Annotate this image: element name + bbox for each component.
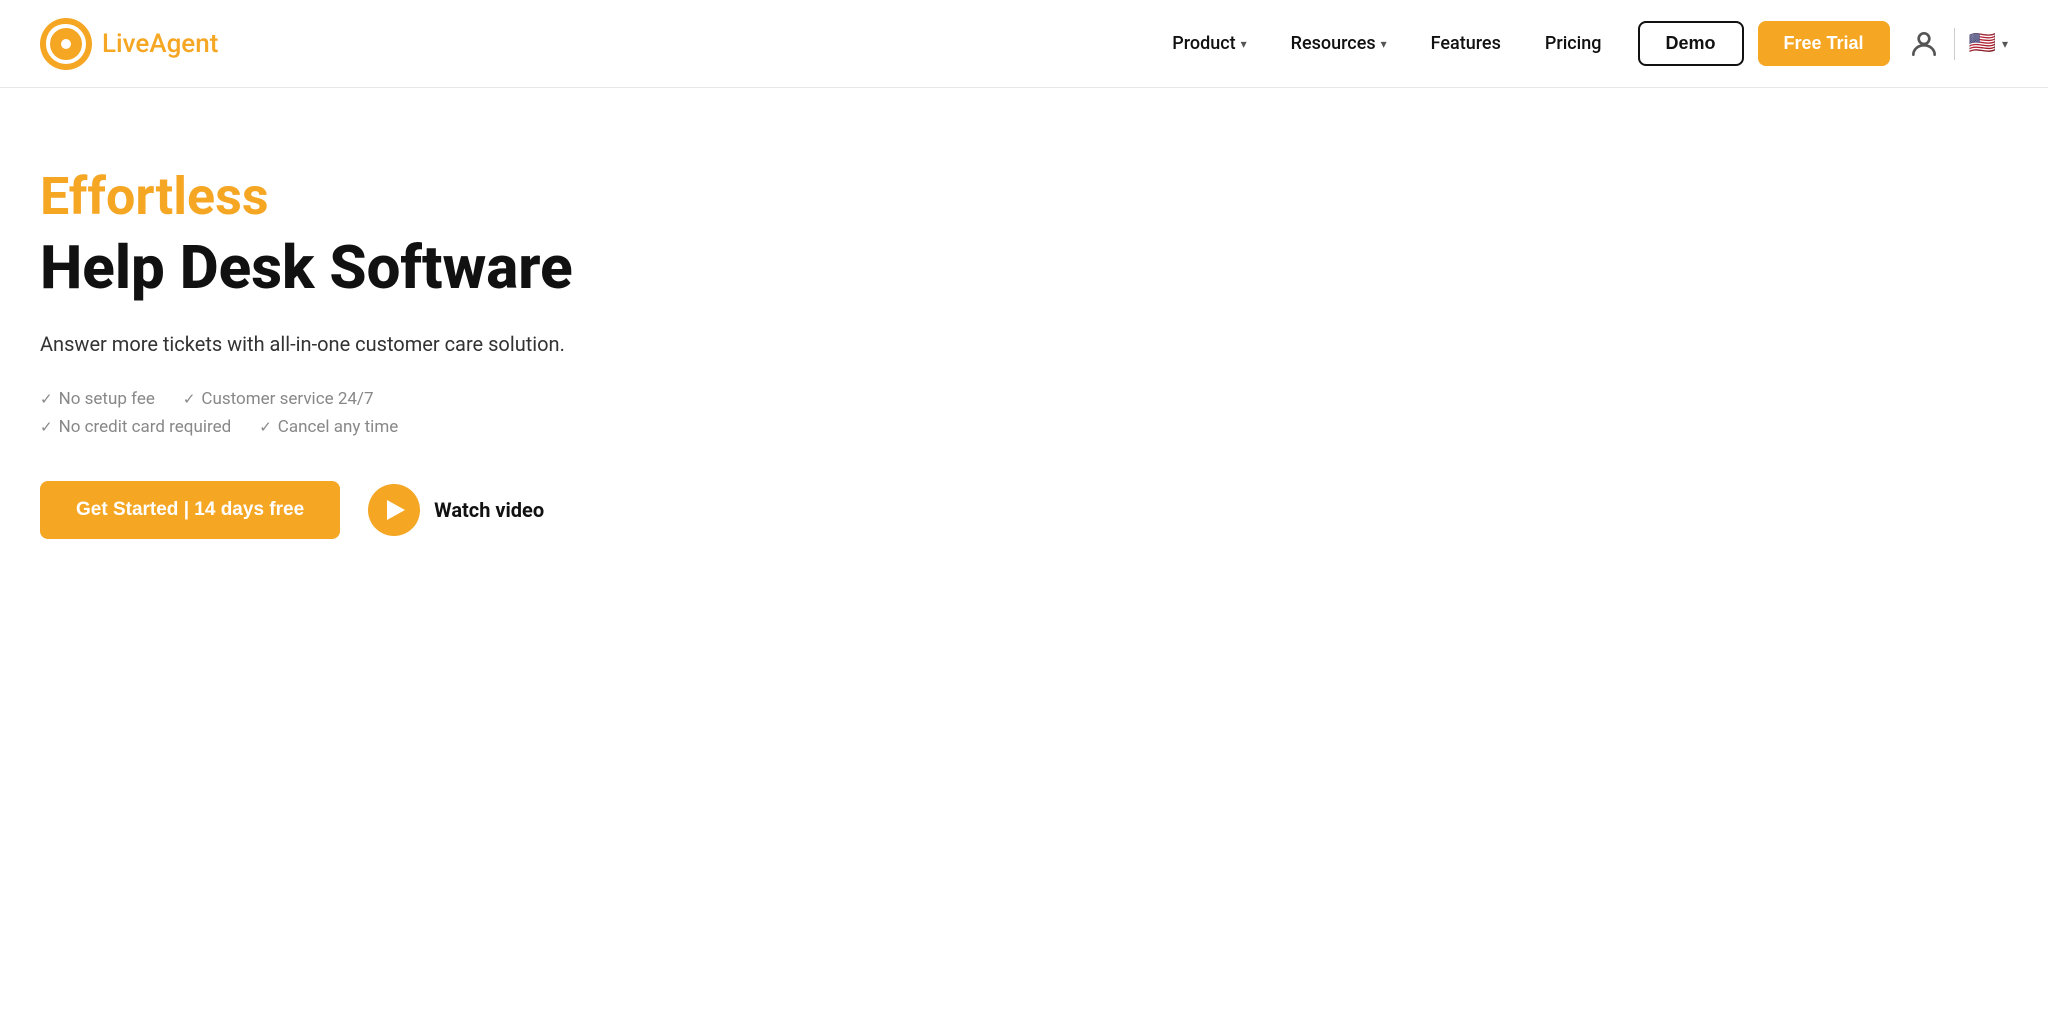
- nav-product-label: Product: [1172, 33, 1235, 54]
- check-row-2: ✓ No credit card required ✓ Cancel any t…: [40, 417, 660, 437]
- check-no-setup-label: No setup fee: [59, 389, 155, 409]
- nav-pricing-label: Pricing: [1545, 33, 1602, 54]
- free-trial-button[interactable]: Free Trial: [1758, 21, 1890, 66]
- check-customer-service-label: Customer service 24/7: [201, 389, 373, 409]
- logo-link[interactable]: LiveAgent: [40, 18, 218, 70]
- watch-video-label: Watch video: [434, 498, 544, 522]
- hero-subtitle: Answer more tickets with all-in-one cust…: [40, 329, 660, 359]
- check-mark-4: ✓: [259, 418, 272, 436]
- hero-cta-row: Get Started | 14 days free Watch video: [40, 481, 660, 539]
- nav-pricing[interactable]: Pricing: [1527, 25, 1620, 62]
- nav-features[interactable]: Features: [1413, 25, 1519, 62]
- nav-links: Product ▾ Resources ▾ Features Pricing D…: [1154, 21, 1889, 66]
- logo-text: LiveAgent: [102, 29, 218, 59]
- demo-button[interactable]: Demo: [1638, 21, 1744, 66]
- nav-divider: [1954, 28, 1955, 60]
- lang-chevron-icon: ▾: [2002, 37, 2008, 51]
- play-button-circle[interactable]: [368, 484, 420, 536]
- navbar: LiveAgent Product ▾ Resources ▾ Features…: [0, 0, 2048, 88]
- check-no-credit: ✓ No credit card required: [40, 417, 231, 437]
- check-no-credit-label: No credit card required: [59, 417, 232, 437]
- hero-section: Effortless Help Desk Software Answer mor…: [0, 88, 700, 599]
- nav-resources[interactable]: Resources ▾: [1273, 25, 1405, 62]
- check-mark-2: ✓: [183, 390, 196, 408]
- user-icon[interactable]: [1908, 28, 1940, 60]
- nav-features-label: Features: [1431, 33, 1501, 54]
- check-cancel: ✓ Cancel any time: [259, 417, 398, 437]
- check-mark-3: ✓: [40, 418, 53, 436]
- check-mark-1: ✓: [40, 390, 53, 408]
- get-started-button[interactable]: Get Started | 14 days free: [40, 481, 340, 539]
- hero-eyebrow: Effortless: [40, 168, 660, 225]
- resources-chevron-icon: ▾: [1381, 37, 1387, 51]
- language-selector[interactable]: 🇺🇸 ▾: [1969, 31, 2008, 56]
- hero-title: Help Desk Software: [40, 235, 660, 301]
- nav-right-area: 🇺🇸 ▾: [1908, 28, 2008, 60]
- check-customer-service: ✓ Customer service 24/7: [183, 389, 374, 409]
- nav-resources-label: Resources: [1291, 33, 1376, 54]
- nav-product[interactable]: Product ▾: [1154, 25, 1264, 62]
- flag-icon: 🇺🇸: [1969, 31, 1996, 56]
- watch-video-area[interactable]: Watch video: [368, 484, 544, 536]
- product-chevron-icon: ▾: [1241, 37, 1247, 51]
- check-cancel-label: Cancel any time: [278, 417, 398, 437]
- play-triangle-icon: [387, 500, 405, 520]
- hero-checks: ✓ No setup fee ✓ Customer service 24/7 ✓…: [40, 389, 660, 437]
- check-no-setup: ✓ No setup fee: [40, 389, 155, 409]
- check-row-1: ✓ No setup fee ✓ Customer service 24/7: [40, 389, 660, 409]
- logo-icon: [40, 18, 92, 70]
